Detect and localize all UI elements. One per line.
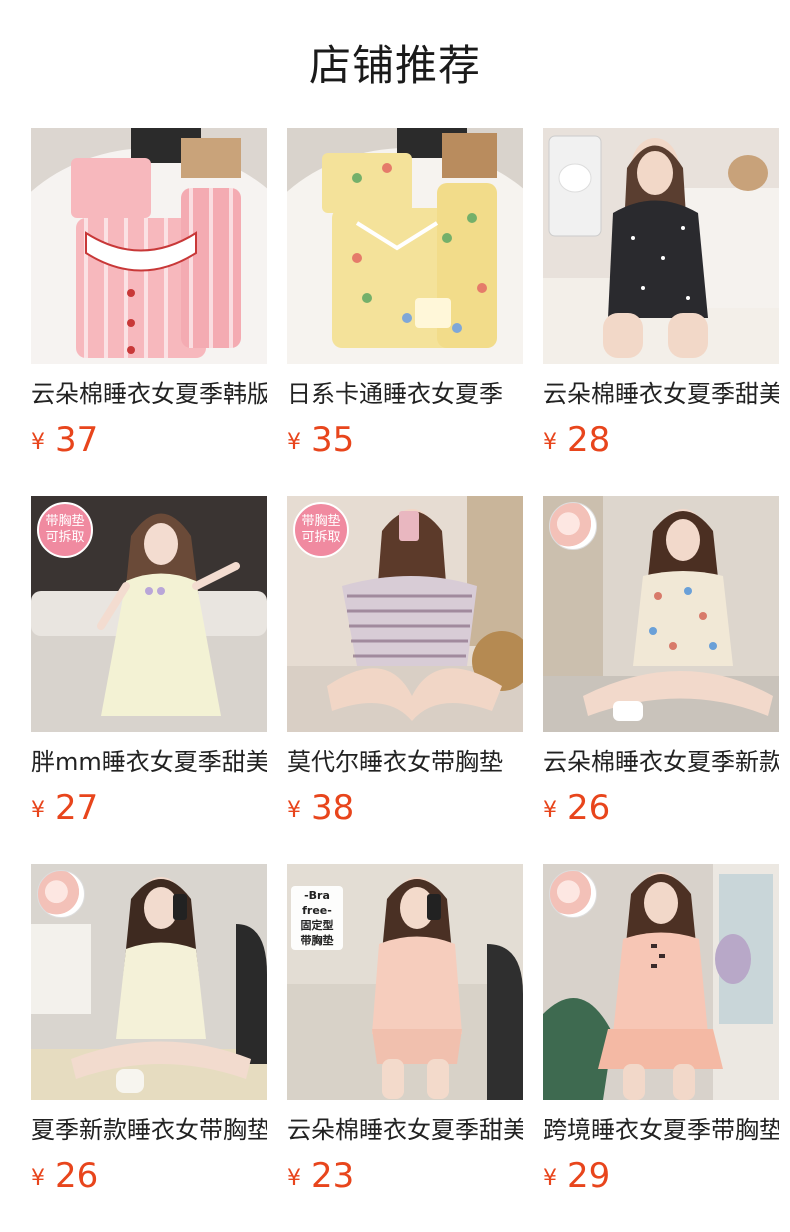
product-image-9[interactable] bbox=[543, 864, 779, 1100]
currency-symbol: ¥ bbox=[31, 430, 45, 455]
product-card-7[interactable]: 夏季新款睡衣女带胸垫 ¥26 bbox=[31, 864, 267, 1196]
product-card-1[interactable]: 云朵棉睡衣女夏季韩版 ¥37 bbox=[31, 128, 267, 460]
product-image-4[interactable]: 带胸垫 可拆取 bbox=[31, 496, 267, 732]
currency-symbol: ¥ bbox=[287, 1166, 301, 1191]
product-price: ¥37 bbox=[31, 420, 98, 460]
price-amount: 27 bbox=[55, 788, 99, 828]
price-amount: 26 bbox=[55, 1156, 99, 1196]
product-image-6[interactable] bbox=[543, 496, 779, 732]
price-amount: 26 bbox=[567, 788, 611, 828]
pad-icon bbox=[549, 870, 597, 918]
product-card-9[interactable]: 跨境睡衣女夏季带胸垫 ¥29 bbox=[543, 864, 779, 1196]
product-name[interactable]: 跨境睡衣女夏季带胸垫 bbox=[543, 1114, 779, 1146]
product-image-3[interactable] bbox=[543, 128, 779, 364]
product-card-3[interactable]: 云朵棉睡衣女夏季甜美 ¥28 bbox=[543, 128, 779, 460]
product-price: ¥23 bbox=[287, 1156, 354, 1196]
price-amount: 28 bbox=[567, 420, 611, 460]
product-card-5[interactable]: 带胸垫 可拆取 莫代尔睡衣女带胸垫 ¥38 bbox=[287, 496, 523, 828]
product-image-2[interactable] bbox=[287, 128, 523, 364]
product-card-8[interactable]: -Bra free- 固定型 带胸垫 云朵棉睡衣女夏季甜美 ¥23 bbox=[287, 864, 523, 1196]
product-price: ¥38 bbox=[287, 788, 354, 828]
currency-symbol: ¥ bbox=[543, 430, 557, 455]
product-image-5[interactable]: 带胸垫 可拆取 bbox=[287, 496, 523, 732]
product-name[interactable]: 云朵棉睡衣女夏季甜美 bbox=[287, 1114, 523, 1146]
currency-symbol: ¥ bbox=[31, 1166, 45, 1191]
product-name[interactable]: 日系卡通睡衣女夏季 bbox=[287, 378, 523, 410]
product-card-4[interactable]: 带胸垫 可拆取 胖mm睡衣女夏季甜美 ¥27 bbox=[31, 496, 267, 828]
bra-free-tag: -Bra free- 固定型 带胸垫 bbox=[291, 886, 343, 950]
product-image-1[interactable] bbox=[31, 128, 267, 364]
product-card-6[interactable]: 云朵棉睡衣女夏季新款 ¥26 bbox=[543, 496, 779, 828]
product-price: ¥35 bbox=[287, 420, 354, 460]
currency-symbol: ¥ bbox=[31, 798, 45, 823]
currency-symbol: ¥ bbox=[543, 1166, 557, 1191]
pad-badge: 带胸垫 可拆取 bbox=[37, 502, 93, 558]
product-name[interactable]: 胖mm睡衣女夏季甜美 bbox=[31, 746, 267, 778]
product-price: ¥29 bbox=[543, 1156, 610, 1196]
product-card-2[interactable]: 日系卡通睡衣女夏季 ¥35 bbox=[287, 128, 523, 460]
price-amount: 35 bbox=[311, 420, 355, 460]
product-name[interactable]: 夏季新款睡衣女带胸垫 bbox=[31, 1114, 267, 1146]
price-amount: 29 bbox=[567, 1156, 611, 1196]
pad-icon bbox=[549, 502, 597, 550]
price-amount: 38 bbox=[311, 788, 355, 828]
product-name[interactable]: 莫代尔睡衣女带胸垫 bbox=[287, 746, 523, 778]
product-image-7[interactable] bbox=[31, 864, 267, 1100]
product-name[interactable]: 云朵棉睡衣女夏季新款 bbox=[543, 746, 779, 778]
price-amount: 37 bbox=[55, 420, 99, 460]
product-name[interactable]: 云朵棉睡衣女夏季韩版 bbox=[31, 378, 267, 410]
pad-icon bbox=[37, 870, 85, 918]
product-price: ¥27 bbox=[31, 788, 98, 828]
currency-symbol: ¥ bbox=[543, 798, 557, 823]
product-price: ¥28 bbox=[543, 420, 610, 460]
product-image-8[interactable]: -Bra free- 固定型 带胸垫 bbox=[287, 864, 523, 1100]
product-name[interactable]: 云朵棉睡衣女夏季甜美 bbox=[543, 378, 779, 410]
currency-symbol: ¥ bbox=[287, 798, 301, 823]
pad-badge: 带胸垫 可拆取 bbox=[293, 502, 349, 558]
page-title: 店铺推荐 bbox=[308, 41, 481, 90]
product-price: ¥26 bbox=[31, 1156, 98, 1196]
price-amount: 23 bbox=[311, 1156, 355, 1196]
product-price: ¥26 bbox=[543, 788, 610, 828]
currency-symbol: ¥ bbox=[287, 430, 301, 455]
